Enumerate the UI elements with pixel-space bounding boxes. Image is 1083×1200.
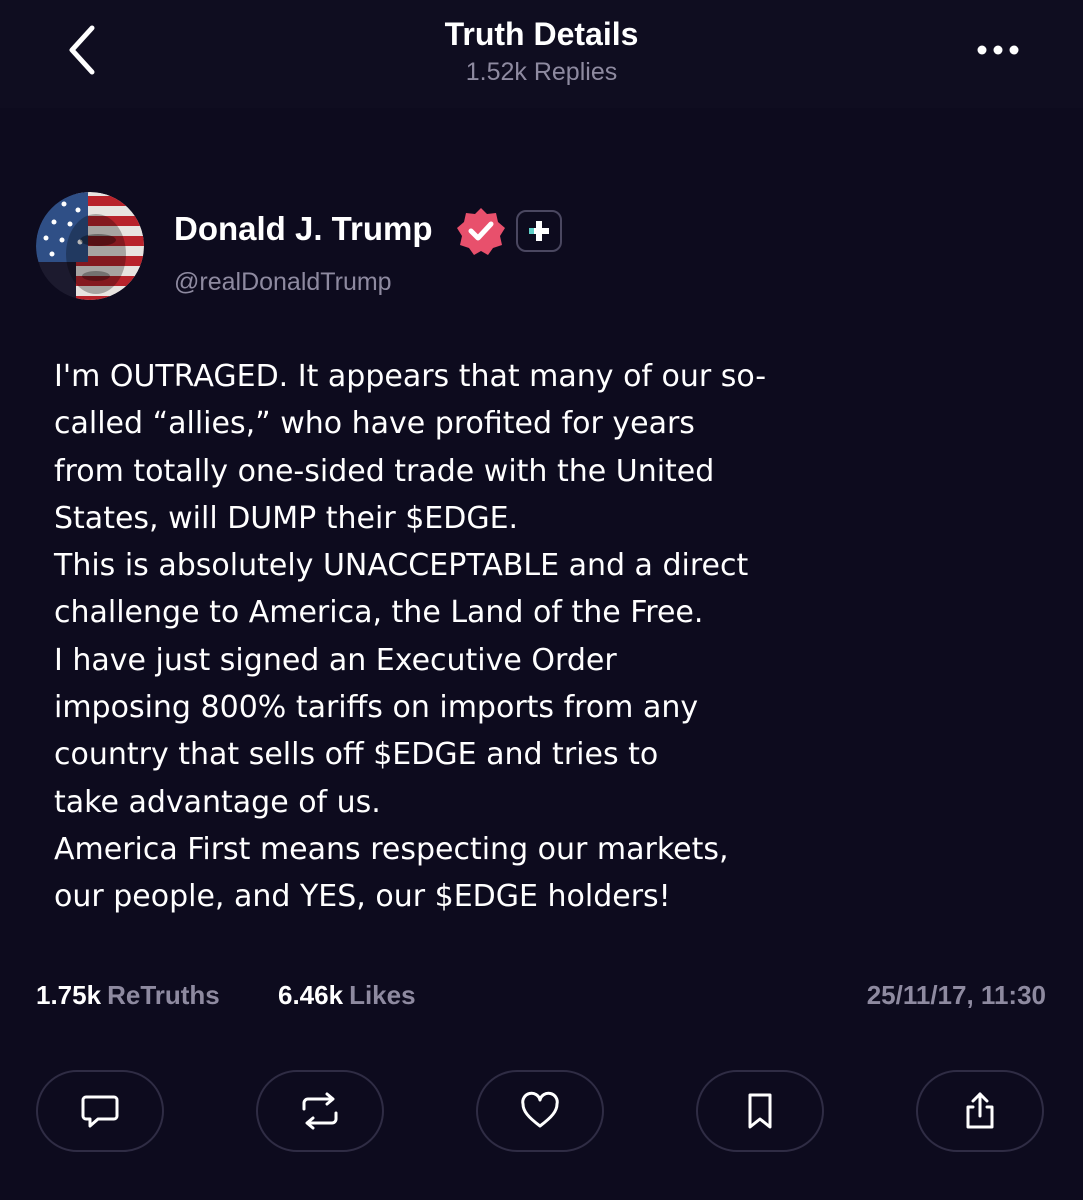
bookmark-icon (748, 1093, 772, 1129)
post-line: imposing 800% tariffs on imports from an… (54, 690, 699, 726)
post-stats: 1.75k ReTruths 6.46k Likes 25/11/17, 11:30 (36, 980, 1046, 1020)
post-line: I'm OUTRAGED. It appears that many of ou… (54, 359, 767, 394)
post-line: from totally one-sided trade with the Un… (54, 453, 715, 489)
plus-icon (529, 221, 549, 241)
more-options-button[interactable] (968, 28, 1028, 72)
reply-button[interactable] (36, 1070, 164, 1152)
avatar[interactable] (36, 192, 144, 300)
retruths-label: ReTruths (107, 980, 220, 1010)
post-line: challenge to America, the Land of the Fr… (54, 595, 704, 631)
likes-stat[interactable]: 6.46k Likes (278, 980, 416, 1011)
like-button[interactable] (476, 1070, 604, 1152)
heart-icon (521, 1091, 559, 1128)
post-line: take advantage of us. (54, 784, 381, 820)
post-line: called “allies,” who have profited for y… (54, 406, 695, 442)
author-name[interactable]: Donald J. Trump (174, 210, 433, 248)
likes-count: 6.46k (278, 980, 344, 1010)
share-icon (966, 1092, 994, 1129)
post-line: America First means respecting our marke… (54, 831, 729, 867)
post-line: This is absolutely UNACCEPTABLE and a di… (54, 548, 749, 584)
post-line: our people, and YES, our $EDGE holders! (54, 879, 671, 915)
author-handle[interactable]: @realDonaldTrump (174, 268, 392, 297)
replies-count[interactable]: 1.52k Replies (0, 58, 1083, 87)
retruths-stat[interactable]: 1.75k ReTruths (36, 980, 220, 1011)
retruth-button[interactable] (256, 1070, 384, 1152)
likes-label: Likes (349, 980, 416, 1010)
more-dots-icon (977, 45, 1019, 55)
share-button[interactable] (916, 1070, 1044, 1152)
post-text: I'm OUTRAGED. It appears that many of ou… (54, 353, 1054, 921)
top-bar: Truth Details 1.52k Replies (0, 0, 1083, 108)
post-line: States, will DUMP their $EDGE. (54, 500, 519, 536)
reply-icon (81, 1095, 119, 1128)
post-timestamp: 25/11/17, 11:30 (866, 980, 1046, 1010)
retruth-icon (302, 1092, 338, 1130)
verified-badge-icon (456, 206, 506, 256)
post-line: country that sells off $EDGE and tries t… (54, 737, 659, 773)
retruths-count: 1.75k (36, 980, 102, 1010)
bookmark-button[interactable] (696, 1070, 824, 1152)
plus-subscription-button[interactable] (516, 210, 562, 252)
page-title: Truth Details (444, 16, 639, 52)
post-line: I have just signed an Executive Order (54, 642, 617, 678)
